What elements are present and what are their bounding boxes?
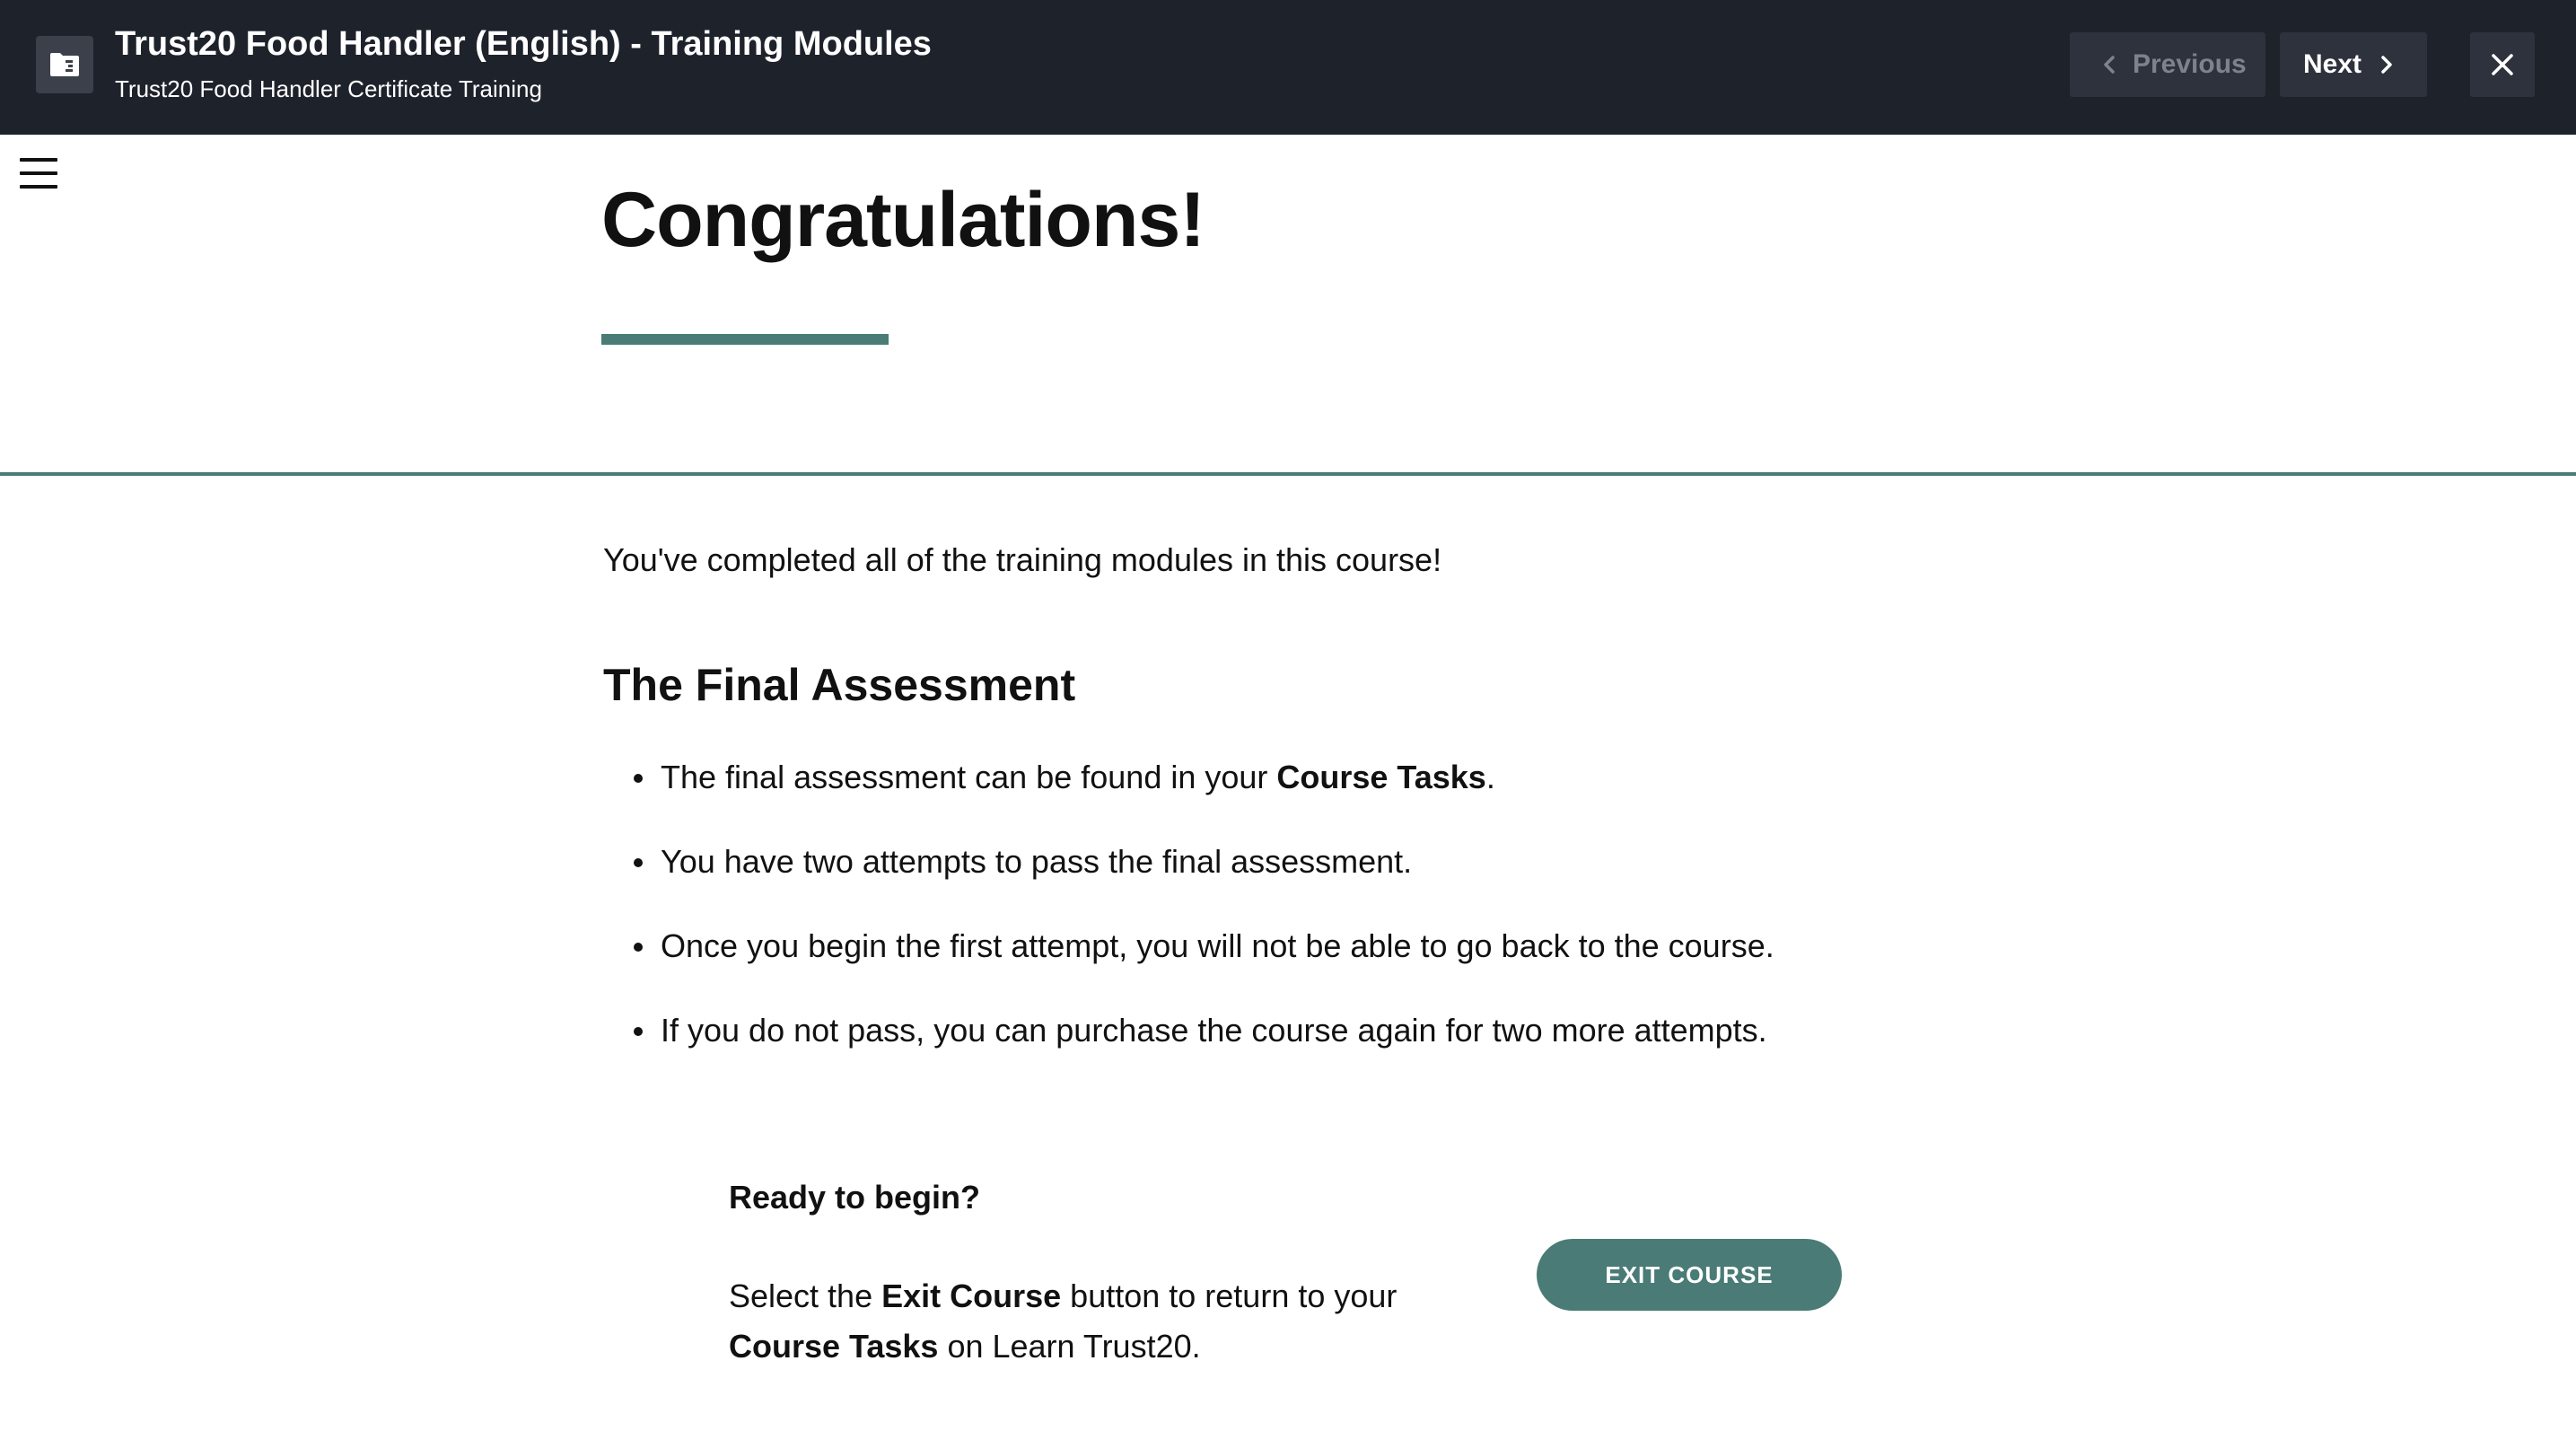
exit-course-button[interactable]: EXIT COURSE (1537, 1239, 1842, 1311)
section-divider (0, 472, 2576, 476)
bullet-item: Once you begin the first attempt, you wi… (603, 926, 1774, 1011)
close-button[interactable] (2470, 32, 2535, 97)
course-folder-icon (36, 36, 93, 93)
close-icon (2492, 54, 2513, 75)
bullet-item: The final assessment can be found in you… (603, 758, 1774, 842)
ready-instructions: Select the Exit Course button to return … (729, 1277, 1398, 1365)
chevron-left-icon (2104, 56, 2115, 74)
next-button-label: Next (2303, 49, 2362, 79)
previous-button-label: Previous (2133, 49, 2247, 79)
hamburger-menu-icon[interactable] (20, 158, 59, 190)
section-heading: The Final Assessment (603, 660, 1076, 710)
ready-heading: Ready to begin? (729, 1179, 981, 1216)
intro-text: You've completed all of the training mod… (603, 541, 1442, 578)
top-bar: Trust20 Food Handler (English) - Trainin… (0, 0, 2576, 135)
page-title: Congratulations! (601, 177, 1205, 263)
course-tasks-emphasis: Course Tasks (729, 1328, 939, 1365)
next-button[interactable]: Next (2280, 32, 2427, 97)
assessment-bullet-list: The final assessment can be found in you… (603, 758, 1774, 1095)
previous-button[interactable]: Previous (2070, 32, 2265, 97)
bullet-item: If you do not pass, you can purchase the… (603, 1011, 1774, 1095)
course-subtitle: Trust20 Food Handler Certificate Trainin… (115, 75, 542, 102)
course-title: Trust20 Food Handler (English) - Trainin… (115, 25, 932, 63)
title-underline (601, 334, 889, 345)
bullet-item: You have two attempts to pass the final … (603, 842, 1774, 926)
exit-course-emphasis: Exit Course (881, 1277, 1062, 1314)
chevron-right-icon (2381, 56, 2392, 74)
course-tasks-emphasis: Course Tasks (1276, 759, 1486, 795)
